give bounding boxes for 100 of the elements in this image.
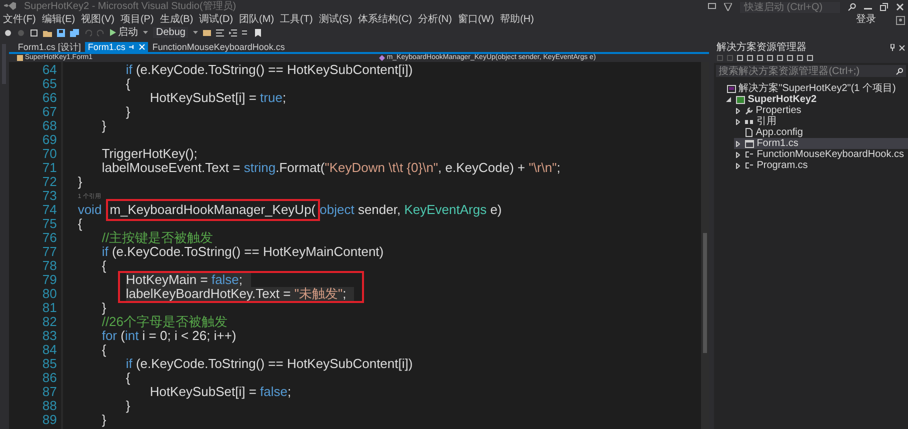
dropdown-caret-icon[interactable] [143,31,148,34]
tree-label: Program.cs [756,160,808,171]
play-icon [110,29,116,36]
line-number: 78 [42,259,57,273]
collapsed-arrow-icon[interactable] [736,162,740,168]
tree-item[interactable]: 解决方案"SuperHotKey2"(1 个项目) [716,83,908,94]
tree-label: App.config [756,127,803,138]
code-text: void [78,203,102,217]
start-button[interactable]: 启动 [110,27,138,38]
code-line: if (e.KeyCode.ToString() == HotKeySubContent[i]) [126,63,414,77]
editor-tab[interactable]: FunctionMouseKeyboardHook.cs [149,42,288,52]
tree-label: SuperHotKey2 [748,94,817,105]
code-line: { [78,217,84,231]
code-line: { [126,371,132,385]
save-all-icon[interactable] [70,28,79,36]
menu-item[interactable]: 工具(T) [280,14,313,26]
line-number: 88 [42,399,57,413]
menu-item[interactable]: 团队(M) [239,14,274,26]
tree-item[interactable]: FunctionMouseKeyboardHook.cs [734,149,908,160]
project-icon [736,96,745,104]
menu-item[interactable]: 测试(S) [318,14,352,26]
tree-item[interactable]: Form1.cs [734,138,908,149]
indent-icon[interactable] [229,28,238,36]
menu-item[interactable]: 编辑(E) [42,14,76,26]
menu-item[interactable]: 分析(N) [418,14,452,26]
form-icon [744,140,754,148]
tree-item[interactable]: Program.cs [734,160,908,171]
code-line: HotKeySubSet[i] = true; [150,91,288,105]
menu-item[interactable]: 视图(V) [81,14,114,26]
search-icon[interactable] [848,3,856,11]
menu-item[interactable]: 项目(P) [120,14,154,26]
search-icon [896,68,903,74]
close-icon[interactable] [899,44,905,50]
tree-label: Form1.cs [756,138,798,149]
code-line: } [102,301,108,315]
collapsed-arrow-icon[interactable] [736,108,740,114]
menu-item[interactable]: 文件(F) [3,14,36,26]
line-number: 86 [42,371,57,385]
dropdown-caret-icon[interactable] [193,31,198,34]
line-number: 71 [42,161,57,175]
tree-label: 引用 [756,116,777,127]
code-line: } [102,119,108,133]
collapsed-arrow-icon[interactable] [736,140,740,146]
references-icon [744,118,754,124]
line-number: 75 [42,217,57,231]
code-line: if (e.KeyCode.ToString() == HotKeySubContent[i]) [126,357,414,371]
close-icon[interactable] [896,3,904,11]
code-line: } [126,399,132,413]
window-title: SuperHotKey2 - Microsoft Visual Studio(管理员) [24,1,236,13]
class-icon [16,55,23,61]
account-icon[interactable] [896,16,905,24]
sign-in-link[interactable]: 登录 [856,14,876,26]
line-number: 80 [42,287,57,301]
line-number: 64 [42,63,57,77]
align-icon[interactable] [216,28,224,36]
line-number: 81 [42,301,57,315]
code-line: } [102,413,108,427]
line-number: 76 [42,231,57,245]
solution-icon [726,84,736,92]
code-text: object sender, KeyEventArgs e) [320,203,502,217]
menu-item[interactable]: 体系结构(C) [358,14,412,26]
tree-item[interactable]: Properties [734,105,908,116]
line-number: 83 [42,329,57,343]
line-number: 84 [42,343,57,357]
menu-item[interactable]: 窗口(W) [458,14,494,26]
collapsed-arrow-icon[interactable] [736,152,740,158]
configuration-dropdown[interactable]: Debug [153,27,188,38]
code-line: for (int i = 0; i < 26; i++) [102,329,238,343]
menu-item[interactable]: 帮助(H) [500,14,534,26]
pin-icon[interactable] [890,44,895,51]
line-number: 82 [42,315,57,329]
menu-item[interactable]: 生成(B) [160,14,194,26]
tree-label: FunctionMouseKeyboardHook.cs [756,149,904,160]
code-line: } [78,175,84,189]
line-number: 65 [42,77,57,91]
code-line: labelMouseEvent.Text = string.Format("KeyDown \t\t {0}\n", e.KeyCode) + "\r\n"; [102,161,562,175]
line-number: 73 [42,189,57,203]
bookmark-icon[interactable] [255,28,262,36]
code-line: if (e.KeyCode.ToString() == HotKeyMainContent) [102,245,385,259]
line-number: 79 [42,273,57,287]
save-icon[interactable] [57,28,65,36]
tree-item[interactable]: 引用 [734,116,908,127]
collapsed-arrow-icon[interactable] [736,118,740,124]
panel-title: 解决方案资源管理器 [716,42,808,53]
line-number: 85 [42,357,57,371]
open-folder-icon[interactable] [43,28,52,36]
tree-label: Properties [756,105,802,116]
code-file-icon [744,151,754,158]
restore-icon[interactable] [880,3,888,11]
code-line: //主按键是否被触发 [102,231,214,245]
tree-item[interactable]: App.config [734,127,908,138]
menu-item[interactable]: 调试(D) [199,14,234,26]
line-number: 74 [42,203,57,217]
expanded-arrow-icon[interactable] [726,97,732,102]
editor-tab[interactable]: Form1.cs [设计] [14,42,84,52]
line-number: 72 [42,175,57,189]
code-file-icon [744,162,754,169]
highlight-frame: m_KeyboardHookManager_KeyUp( [106,199,320,221]
tree-label: 解决方案"SuperHotKey2"(1 个项目) [738,83,896,94]
tree-item[interactable]: SuperHotKey2 [724,94,908,105]
